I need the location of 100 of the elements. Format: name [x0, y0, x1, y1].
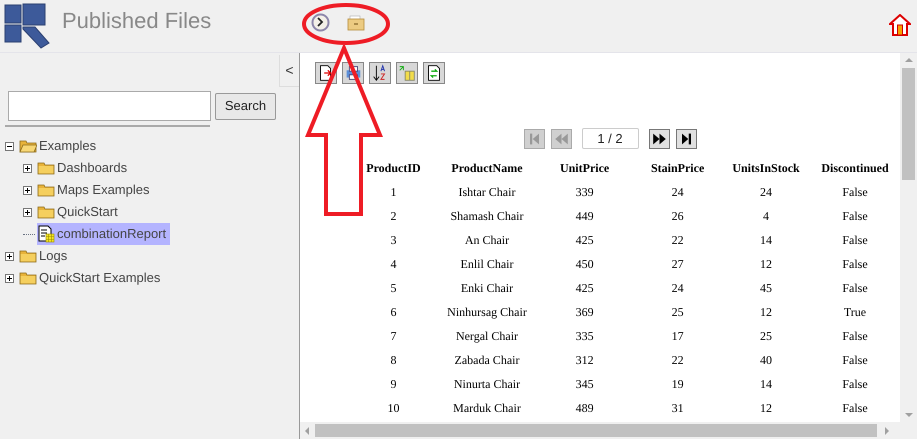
table-cell: False — [842, 401, 868, 415]
table-cell: 19 — [672, 377, 684, 391]
expand-icon[interactable] — [23, 164, 32, 172]
search-button[interactable]: Search — [215, 92, 276, 120]
table-cell: 31 — [672, 401, 684, 415]
column-header: ProductID — [366, 161, 421, 175]
page-title: Published Files — [62, 7, 212, 35]
last-page-icon[interactable] — [676, 128, 696, 148]
table-cell: 369 — [576, 305, 594, 319]
folder-icon — [37, 161, 55, 175]
table-cell: 5 — [390, 281, 396, 295]
tree-item[interactable]: Maps Examples — [37, 179, 154, 201]
column-header: UnitPrice — [560, 161, 610, 175]
table-cell: 22 — [672, 353, 684, 367]
next-page-icon[interactable] — [648, 128, 670, 148]
table-cell: Ishtar Chair — [458, 185, 516, 199]
home-icon[interactable] — [889, 14, 911, 36]
table-cell: 45 — [760, 281, 772, 295]
tree-item[interactable]: QuickStart — [37, 201, 122, 223]
page-number-field[interactable]: 1 / 2 — [582, 128, 638, 149]
collapse-button[interactable]: < — [279, 55, 299, 87]
report-icon — [37, 225, 55, 243]
table-cell: 489 — [576, 401, 594, 415]
table-cell: 1 — [390, 185, 396, 199]
expand-icon[interactable] — [5, 274, 14, 282]
table-cell: 26 — [672, 209, 684, 223]
column-header: StainPrice — [650, 161, 704, 175]
table-cell: 450 — [576, 257, 594, 271]
table-cell: 6 — [390, 305, 396, 319]
expand-icon[interactable] — [5, 252, 14, 260]
table-cell: 425 — [576, 281, 594, 295]
tree-item[interactable]: Logs — [19, 245, 72, 267]
table-cell: 24 — [672, 185, 684, 199]
table-cell: 40 — [760, 353, 772, 367]
table-cell: 25 — [760, 329, 772, 343]
collapse-icon[interactable] — [5, 142, 14, 150]
vertical-scrollbar[interactable] — [900, 53, 917, 422]
tree-item[interactable]: QuickStart Examples — [19, 267, 164, 289]
logo-icon — [4, 3, 52, 49]
table-cell: False — [842, 185, 868, 199]
table-cell: 339 — [576, 185, 594, 199]
table-cell: 12 — [760, 401, 772, 415]
table-cell: 24 — [672, 281, 684, 295]
table-cell: False — [842, 281, 868, 295]
table-cell: 7 — [390, 329, 396, 343]
table-cell: 4 — [390, 257, 396, 271]
table-cell: 17 — [672, 329, 684, 343]
table-cell: 14 — [760, 233, 772, 247]
table-cell: Shamash Chair — [450, 209, 524, 223]
table-cell: False — [842, 353, 868, 367]
table-cell: 335 — [576, 329, 594, 343]
table-cell: False — [842, 257, 868, 271]
table-cell: 27 — [672, 257, 684, 271]
refresh-icon[interactable] — [423, 62, 445, 84]
table-cell: 4 — [763, 209, 770, 223]
table-cell: Marduk Chair — [453, 401, 521, 415]
table-cell: Zabada Chair — [454, 353, 520, 367]
table-cell: 10 — [387, 401, 400, 415]
column-header: UnitsInStock — [732, 161, 800, 175]
table-cell: False — [842, 329, 868, 343]
table-cell: An Chair — [464, 233, 510, 247]
table-cell: True — [844, 305, 866, 319]
open-folder-icon — [19, 139, 37, 153]
table-cell: False — [842, 209, 868, 223]
tree-item[interactable]: Examples — [19, 135, 100, 157]
tree-item[interactable]: Dashboards — [37, 157, 132, 179]
folder-icon — [19, 249, 37, 263]
search-field[interactable] — [8, 91, 211, 121]
table-cell: False — [842, 233, 868, 247]
expand-icon[interactable] — [23, 186, 32, 194]
table-cell: Enki Chair — [460, 281, 514, 295]
folder-icon — [37, 205, 55, 219]
database-sync-icon[interactable] — [396, 62, 418, 84]
table-cell: 25 — [672, 305, 684, 319]
table-cell: False — [842, 377, 868, 391]
table-cell: 22 — [672, 233, 684, 247]
table-cell: 24 — [760, 185, 772, 199]
table-cell: 312 — [576, 353, 594, 367]
sort-icon[interactable] — [369, 62, 391, 84]
column-header: Discontinued — [821, 161, 889, 175]
table-cell: 8 — [390, 353, 396, 367]
table-cell: 2 — [390, 209, 396, 223]
table-cell: 12 — [760, 257, 772, 271]
table-cell: Ninurta Chair — [454, 377, 520, 391]
tree-item[interactable]: combinationReport — [37, 223, 170, 245]
table-cell: 449 — [576, 209, 594, 223]
table-cell: 12 — [760, 305, 772, 319]
clock-icon[interactable] — [311, 13, 330, 32]
folder-icon — [19, 271, 37, 285]
table-cell: Nergal Chair — [456, 329, 518, 343]
table-cell: Ninhursag Chair — [447, 305, 527, 319]
table-cell: 14 — [760, 377, 772, 391]
folder-icon — [37, 183, 55, 197]
table-cell: Enlil Chair — [460, 257, 514, 271]
expand-icon[interactable] — [23, 208, 32, 216]
table-cell: 345 — [576, 377, 594, 391]
column-header: ProductName — [451, 161, 523, 175]
horizontal-scrollbar[interactable] — [300, 422, 917, 439]
folder-icon[interactable] — [347, 15, 366, 31]
table-cell: 9 — [390, 377, 396, 391]
